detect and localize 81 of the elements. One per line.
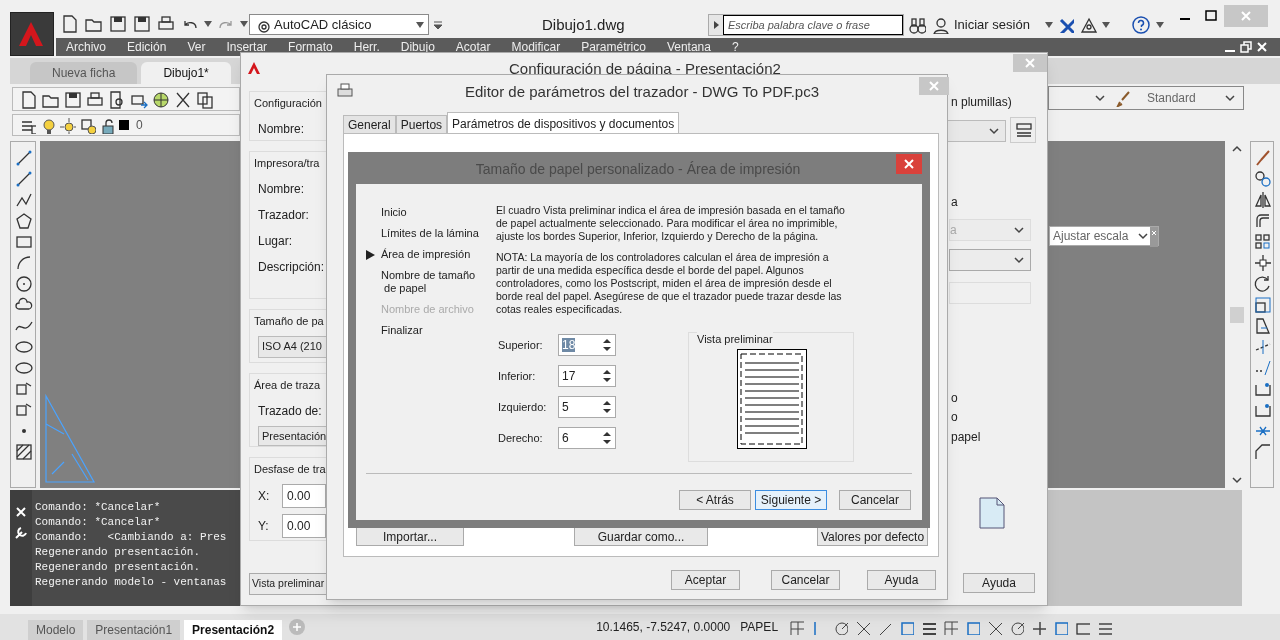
menu-item[interactable]: Modificar (511, 38, 561, 56)
spin-box[interactable]: 17 (558, 365, 616, 387)
wizard-step: Área de impresión (381, 248, 471, 261)
group-title: Vista preliminar (697, 331, 773, 348)
intro-paragraph: El cuadro Vista preliminar indica el área de impresión basada en el tamaño de papel actualmente seleccionado. Para modificar el área no imprimible, ajuste los bordes Superior, Inferior, Izquierdo y Derecho de la página. (496, 204, 846, 243)
spin-box[interactable]: 6 (558, 427, 616, 449)
command-line: Comando: *Cancelar* (35, 500, 162, 515)
field-label: X: (258, 487, 271, 505)
command-line: Regenerando presentación. (35, 560, 202, 575)
menu-item[interactable]: Paramétrico (581, 38, 646, 56)
preview-button[interactable]: Vista preliminar (249, 573, 327, 595)
menu-item[interactable]: Insertar (226, 38, 268, 56)
field-label: Y: (258, 517, 270, 535)
menu-item[interactable]: Formato (288, 38, 333, 56)
option-label: o (951, 390, 958, 407)
sign-in-link[interactable]: Iniciar sesión (954, 15, 1030, 35)
wizard-button[interactable]: < Atrás (679, 490, 751, 510)
menu-item[interactable]: Archivo (66, 38, 106, 56)
tab[interactable]: Parámetros de dispositivos y documentos (447, 112, 680, 134)
input-field[interactable]: 0.00 (282, 513, 326, 538)
option-label: n plumillas) (951, 94, 1012, 111)
menu-item[interactable]: Dibujo (400, 38, 435, 56)
file-tab[interactable]: Nueva ficha (30, 62, 138, 84)
group-title: Impresora/tra (254, 156, 321, 171)
field-label: Lugar: (258, 232, 294, 250)
dropdown[interactable]: Presentación (258, 425, 328, 446)
layout-tab[interactable]: Modelo (28, 620, 84, 640)
option-label: papel (951, 429, 981, 446)
dialog-button[interactable]: Aceptar (671, 570, 740, 590)
workspace-dropdown[interactable]: AutoCAD clásico (249, 14, 429, 35)
tab[interactable]: General (343, 115, 396, 134)
dialog-button[interactable]: Cancelar (771, 570, 840, 590)
space-toggle[interactable]: PAPEL (740, 618, 779, 636)
input-field[interactable]: 0.00 (282, 483, 326, 508)
layout-tab[interactable]: Presentación2 (184, 620, 283, 640)
spin-box[interactable]: 5 (558, 396, 616, 418)
dialog-button[interactable]: Ayuda (867, 570, 936, 590)
dialog-title: Editor de parámetros del trazador - DWG To PDF.pc3 (465, 82, 820, 102)
field-label: Descripción: (258, 258, 326, 276)
coordinates-readout: 10.1465, -7.5247, 0.0000 (596, 619, 731, 636)
wizard-step: Finalizar (381, 324, 423, 337)
field-label: Izquierdo: (498, 399, 548, 415)
layer-name[interactable]: 0 (136, 116, 143, 134)
search-field[interactable]: Escriba palabra clave o frase (723, 15, 903, 35)
wizard-step: Límites de la lámina (381, 227, 479, 240)
layout-tab[interactable]: Presentación1 (87, 620, 181, 640)
command-line: Regenerando presentación. (35, 545, 202, 560)
menu-item[interactable]: Herr. (353, 38, 380, 56)
wizard-step: Nombre de tamaño de papel (381, 269, 476, 295)
note-paragraph: NOTA: La mayoría de los controladores calculan el área de impresión a partir de una medida específica desde el borde del papel. Algunos controladores, como los Postscript, miden el área de impresión desde el borde real del papel. Asegúrese de que el trazador puede trazar desde las cotas reales especificadas. (496, 251, 843, 316)
help-button[interactable]: Ayuda (963, 573, 1035, 593)
scale-dropdown[interactable]: Ajustar escala (1049, 226, 1159, 246)
file-tab[interactable]: Dibujo1* (141, 62, 231, 84)
wizard-button[interactable]: Siguiente > (755, 490, 827, 510)
option-label: a (951, 194, 958, 211)
wizard-step: Nombre de archivo (381, 303, 474, 316)
field-label: Nombre: (258, 120, 305, 138)
command-line: Comando: *Cancelar* (35, 515, 162, 530)
group-title: Desfase de tra (254, 462, 326, 477)
group-title: Área de traza (254, 378, 322, 393)
menu-item[interactable]: Edición (127, 38, 167, 56)
menu-item[interactable]: ? (731, 38, 739, 56)
menu-item[interactable]: Ver (187, 38, 206, 56)
field-label: Trazador: (258, 206, 310, 224)
field-label: Derecho: (498, 430, 544, 446)
dropdown[interactable]: ISO A4 (210 (258, 335, 328, 358)
option-label: o (951, 409, 958, 426)
wizard-button[interactable]: Cancelar (839, 490, 911, 510)
window-title: Dibujo1.dwg (542, 15, 625, 35)
command-line: Regenerando modelo - ventanas (35, 575, 228, 590)
spin-box[interactable]: 18 (558, 334, 616, 356)
menu-item[interactable]: Ventana (666, 38, 711, 56)
field-label: Trazado de: (258, 402, 323, 420)
menu-item[interactable]: Acotar (455, 38, 491, 56)
wizard-step: Inicio (381, 206, 407, 219)
field-label: Inferior: (498, 368, 537, 384)
group-title: Configuración (254, 96, 323, 111)
group-title: Tamaño de pa (254, 314, 325, 329)
field-label: Nombre: (258, 180, 305, 198)
command-line: Comando: <Cambiando a: Pres (35, 530, 228, 545)
field-label: Superior: (498, 337, 544, 353)
